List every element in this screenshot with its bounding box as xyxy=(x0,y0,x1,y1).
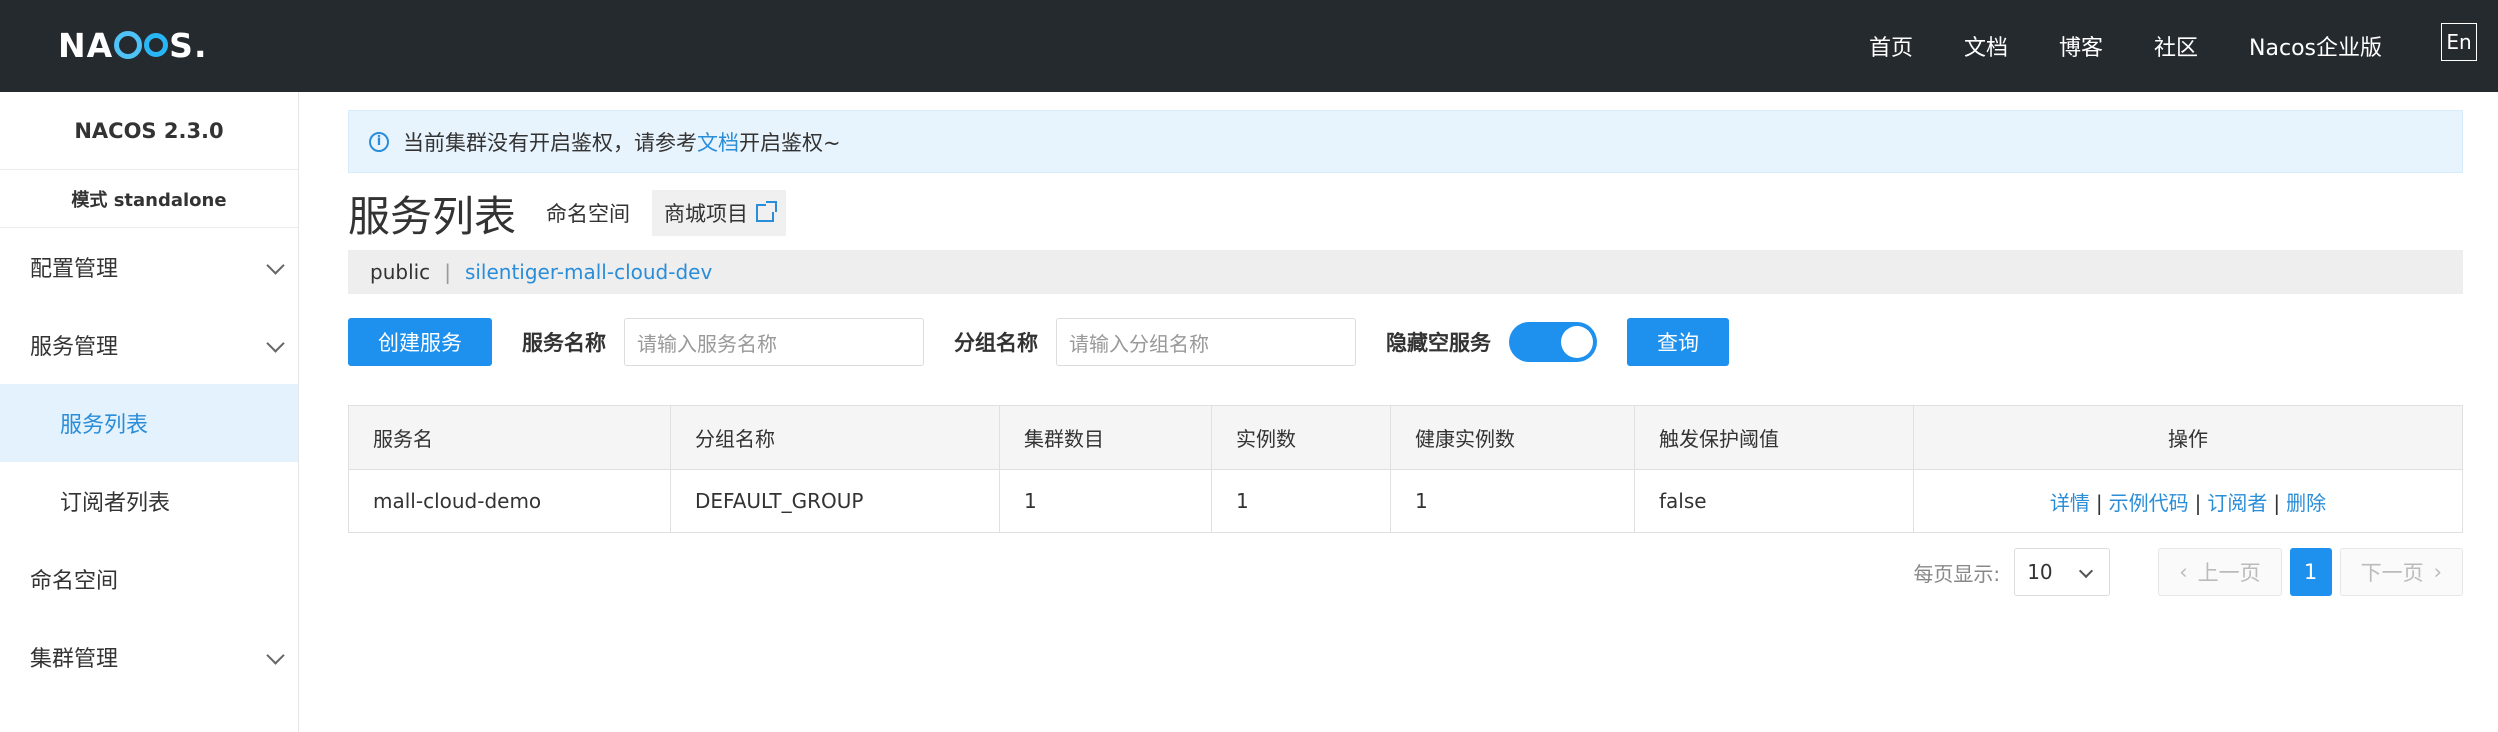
language-switch-button[interactable]: En xyxy=(2441,23,2477,61)
cell-actions: 详情 | 示例代码 | 订阅者 | 删除 xyxy=(1913,469,2463,533)
cell-instance-count: 1 xyxy=(1211,469,1391,533)
delete-link[interactable]: 删除 xyxy=(2286,491,2326,515)
sidebar-item-service-management[interactable]: 服务管理 xyxy=(0,306,298,384)
auth-notice: i 当前集群没有开启鉴权，请参考 文档 开启鉴权~ xyxy=(348,110,2463,173)
chevron-down-icon xyxy=(266,646,285,665)
hide-empty-label: 隐藏空服务 xyxy=(1386,331,1491,355)
sample-code-link[interactable]: 示例代码 xyxy=(2109,491,2189,515)
nav-home[interactable]: 首页 xyxy=(1869,30,1913,62)
column-header: 触发保护阈值 xyxy=(1634,405,1914,470)
sidebar-item-subscriber-list[interactable]: 订阅者列表 xyxy=(0,462,298,540)
namespace-separator: | xyxy=(444,260,451,284)
column-header: 分组名称 xyxy=(670,405,1000,470)
group-name-label: 分组名称 xyxy=(954,331,1038,355)
mode-label: 模式 standalone xyxy=(0,170,298,228)
version-label: NACOS 2.3.0 xyxy=(0,92,298,170)
namespace-label: 命名空间 xyxy=(546,202,631,226)
cell-healthy-count: 1 xyxy=(1390,469,1635,533)
page-size-select[interactable]: 10 xyxy=(2014,548,2111,596)
namespace-current[interactable]: silentiger-mall-cloud-dev xyxy=(465,260,712,284)
table-row: mall-cloud-demo DEFAULT_GROUP 1 1 1 fals… xyxy=(348,469,2463,533)
namespace-bar: public | silentiger-mall-cloud-dev xyxy=(348,250,2463,294)
service-name-input[interactable]: 请输入服务名称 xyxy=(624,318,924,366)
column-header: 实例数 xyxy=(1211,405,1391,470)
sidebar-item-namespace[interactable]: 命名空间 xyxy=(0,540,298,618)
column-header: 服务名 xyxy=(348,405,671,470)
namespace-public[interactable]: public xyxy=(370,260,430,284)
detail-link[interactable]: 详情 xyxy=(2050,491,2090,515)
namespace-badge[interactable]: 商城项目 xyxy=(652,190,787,236)
chevron-right-icon: › xyxy=(2433,560,2442,584)
info-icon: i xyxy=(369,131,389,152)
pagination: 每页显示: 10 ‹ 上一页 1 下一页 › xyxy=(1913,548,2463,596)
chevron-left-icon: ‹ xyxy=(2179,560,2188,584)
top-nav: 首页 文档 博客 社区 Nacos企业版 xyxy=(1869,0,2498,92)
toggle-knob xyxy=(1561,326,1593,358)
cell-service-name: mall-cloud-demo xyxy=(348,469,671,533)
nav-docs[interactable]: 文档 xyxy=(1964,30,2008,62)
service-name-label: 服务名称 xyxy=(522,331,606,355)
column-header: 集群数目 xyxy=(999,405,1212,470)
sidebar-item-config-management[interactable]: 配置管理 xyxy=(0,228,298,306)
filter-row: 创建服务 服务名称 请输入服务名称 分组名称 请输入分组名称 隐藏空服务 查询 xyxy=(348,317,1729,367)
table-header-row: 服务名 分组名称 集群数目 实例数 健康实例数 触发保护阈值 操作 xyxy=(348,405,2463,470)
current-page[interactable]: 1 xyxy=(2289,548,2332,596)
chevron-down-icon xyxy=(266,256,285,275)
service-table: 服务名 分组名称 集群数目 实例数 健康实例数 触发保护阈值 操作 mall-c… xyxy=(348,405,2463,533)
group-name-input[interactable]: 请输入分组名称 xyxy=(1056,318,1356,366)
nacos-logo[interactable]: NA S. xyxy=(58,20,207,70)
prev-page-button[interactable]: ‹ 上一页 xyxy=(2158,548,2282,596)
sidebar-item-cluster-management[interactable]: 集群管理 xyxy=(0,618,298,696)
column-header: 健康实例数 xyxy=(1390,405,1635,470)
external-link-icon xyxy=(756,201,778,222)
docs-link[interactable]: 文档 xyxy=(697,127,739,157)
nav-blog[interactable]: 博客 xyxy=(2059,30,2103,62)
column-header: 操作 xyxy=(1913,405,2463,470)
cell-cluster-count: 1 xyxy=(999,469,1212,533)
query-button[interactable]: 查询 xyxy=(1627,318,1729,366)
cell-group-name: DEFAULT_GROUP xyxy=(670,469,1000,533)
page-size-label: 每页显示: xyxy=(1913,561,2001,586)
cell-protect-threshold: false xyxy=(1634,469,1914,533)
nav-community[interactable]: 社区 xyxy=(2154,30,2198,62)
page-title: 服务列表 xyxy=(348,191,517,241)
chevron-down-icon xyxy=(266,334,285,353)
hide-empty-toggle[interactable] xyxy=(1509,322,1597,362)
nav-enterprise[interactable]: Nacos企业版 xyxy=(2249,30,2382,62)
sidebar-item-service-list[interactable]: 服务列表 xyxy=(0,384,298,462)
subscribers-link[interactable]: 订阅者 xyxy=(2207,491,2267,515)
title-row: 服务列表 命名空间 商城项目 xyxy=(348,183,787,243)
sidebar: NACOS 2.3.0 模式 standalone 配置管理 服务管理 服务列表… xyxy=(0,92,299,732)
logo-ring-icon xyxy=(144,33,169,57)
top-header: NA S. 首页 文档 博客 社区 Nacos企业版 En xyxy=(0,0,2498,92)
create-service-button[interactable]: 创建服务 xyxy=(348,318,492,366)
logo-ring-icon xyxy=(114,31,143,59)
chevron-down-icon xyxy=(2079,563,2094,579)
next-page-button[interactable]: 下一页 › xyxy=(2339,548,2463,596)
